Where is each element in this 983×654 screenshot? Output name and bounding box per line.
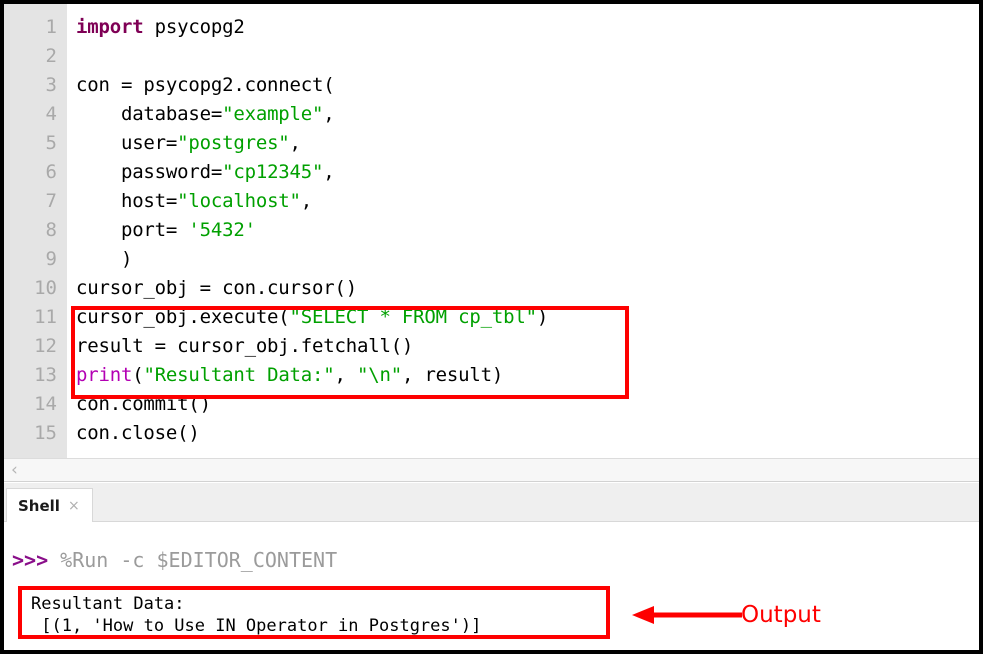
code-line: user="postgres",	[76, 129, 979, 158]
line-number: 1	[4, 13, 67, 42]
code-token: con.close()	[76, 422, 200, 444]
line-number: 13	[4, 361, 67, 390]
code-line: )	[76, 245, 979, 274]
code-line: host="localhost",	[76, 187, 979, 216]
line-number: 3	[4, 71, 67, 100]
code-token: '5432'	[188, 219, 255, 241]
code-line	[76, 42, 979, 71]
code-line: con.commit()	[76, 390, 979, 419]
code-token: "postgres"	[177, 132, 289, 154]
code-token: ,	[323, 161, 334, 183]
code-token: result = cursor_obj.fetchall()	[76, 335, 413, 357]
code-token: import	[76, 16, 143, 38]
code-token: ,	[290, 132, 301, 154]
line-number: 10	[4, 274, 67, 303]
code-token: , result)	[402, 364, 503, 386]
code-token: con = psycopg2.connect(	[76, 74, 335, 96]
code-token: cursor_obj.execute(	[76, 306, 290, 328]
code-token: ,	[301, 190, 312, 212]
code-token: con.commit()	[76, 393, 211, 415]
code-token: "\n"	[357, 364, 402, 386]
code-line: port= '5432'	[76, 216, 979, 245]
code-token: password=	[76, 161, 222, 183]
tab-shell-label: Shell	[18, 497, 60, 515]
line-number: 5	[4, 129, 67, 158]
output-line: Resultant Data:	[31, 593, 606, 615]
line-number: 7	[4, 187, 67, 216]
code-line: password="cp12345",	[76, 158, 979, 187]
code-token: host=	[76, 190, 177, 212]
code-line: cursor_obj = con.cursor()	[76, 274, 979, 303]
code-token: database=	[76, 103, 222, 125]
code-line: result = cursor_obj.fetchall()	[76, 332, 979, 361]
prompt-command: %Run -c $EDITOR_CONTENT	[48, 548, 337, 572]
code-token: "localhost"	[177, 190, 301, 212]
chevron-left-icon[interactable]: ‹	[11, 460, 18, 480]
code-line: import psycopg2	[76, 13, 979, 42]
line-number: 12	[4, 332, 67, 361]
output-annotation: Output	[632, 602, 821, 628]
arrow-left-icon	[632, 602, 742, 628]
thonny-ide-screenshot: 1 2 3 4 5 6 7 8 9 10 11 12 13 14 15 impo…	[0, 0, 983, 654]
editor-horizontal-scrollbar[interactable]: ‹	[4, 458, 979, 482]
line-number: 9	[4, 245, 67, 274]
shell-output-highlight-box: Resultant Data: [(1, 'How to Use IN Oper…	[18, 586, 610, 639]
output-line: [(1, 'How to Use IN Operator in Postgres…	[31, 615, 606, 637]
tab-shell[interactable]: Shell ×	[6, 488, 93, 522]
code-token: ,	[335, 364, 357, 386]
code-token: ,	[323, 103, 334, 125]
line-number: 14	[4, 390, 67, 419]
code-token: "Resultant Data:"	[143, 364, 334, 386]
code-token: user=	[76, 132, 177, 154]
code-line: con.close()	[76, 419, 979, 448]
output-annotation-label: Output	[741, 604, 821, 627]
code-token: "example"	[222, 103, 323, 125]
code-editor-pane: 1 2 3 4 5 6 7 8 9 10 11 12 13 14 15 impo…	[4, 4, 979, 458]
code-token: port=	[76, 219, 188, 241]
code-token: psycopg2	[143, 16, 244, 38]
code-token: cursor_obj = con.cursor()	[76, 277, 357, 299]
code-line: con = psycopg2.connect(	[76, 71, 979, 100]
line-number-gutter: 1 2 3 4 5 6 7 8 9 10 11 12 13 14 15	[4, 4, 67, 458]
code-token: print	[76, 364, 132, 386]
shell-tab-bar: Shell ×	[4, 483, 979, 522]
shell-output-pane[interactable]: >>> %Run -c $EDITOR_CONTENT Resultant Da…	[4, 522, 979, 650]
shell-prompt-line: >>> %Run -c $EDITOR_CONTENT	[12, 548, 337, 572]
code-token: (	[132, 364, 143, 386]
code-token: )	[537, 306, 548, 328]
line-number: 4	[4, 100, 67, 129]
code-line: cursor_obj.execute("SELECT * FROM cp_tbl…	[76, 303, 979, 332]
code-token: "SELECT * FROM cp_tbl"	[290, 306, 537, 328]
code-text-area[interactable]: import psycopg2 con = psycopg2.connect( …	[67, 4, 979, 458]
line-number: 2	[4, 42, 67, 71]
line-number: 6	[4, 158, 67, 187]
line-number: 15	[4, 419, 67, 448]
code-line: database="example",	[76, 100, 979, 129]
code-token: "cp12345"	[222, 161, 323, 183]
line-number: 8	[4, 216, 67, 245]
prompt-symbol: >>>	[12, 548, 48, 572]
code-line: print("Resultant Data:", "\n", result)	[76, 361, 979, 390]
line-number: 11	[4, 303, 67, 332]
code-token: )	[76, 248, 132, 270]
close-icon[interactable]: ×	[68, 499, 80, 513]
